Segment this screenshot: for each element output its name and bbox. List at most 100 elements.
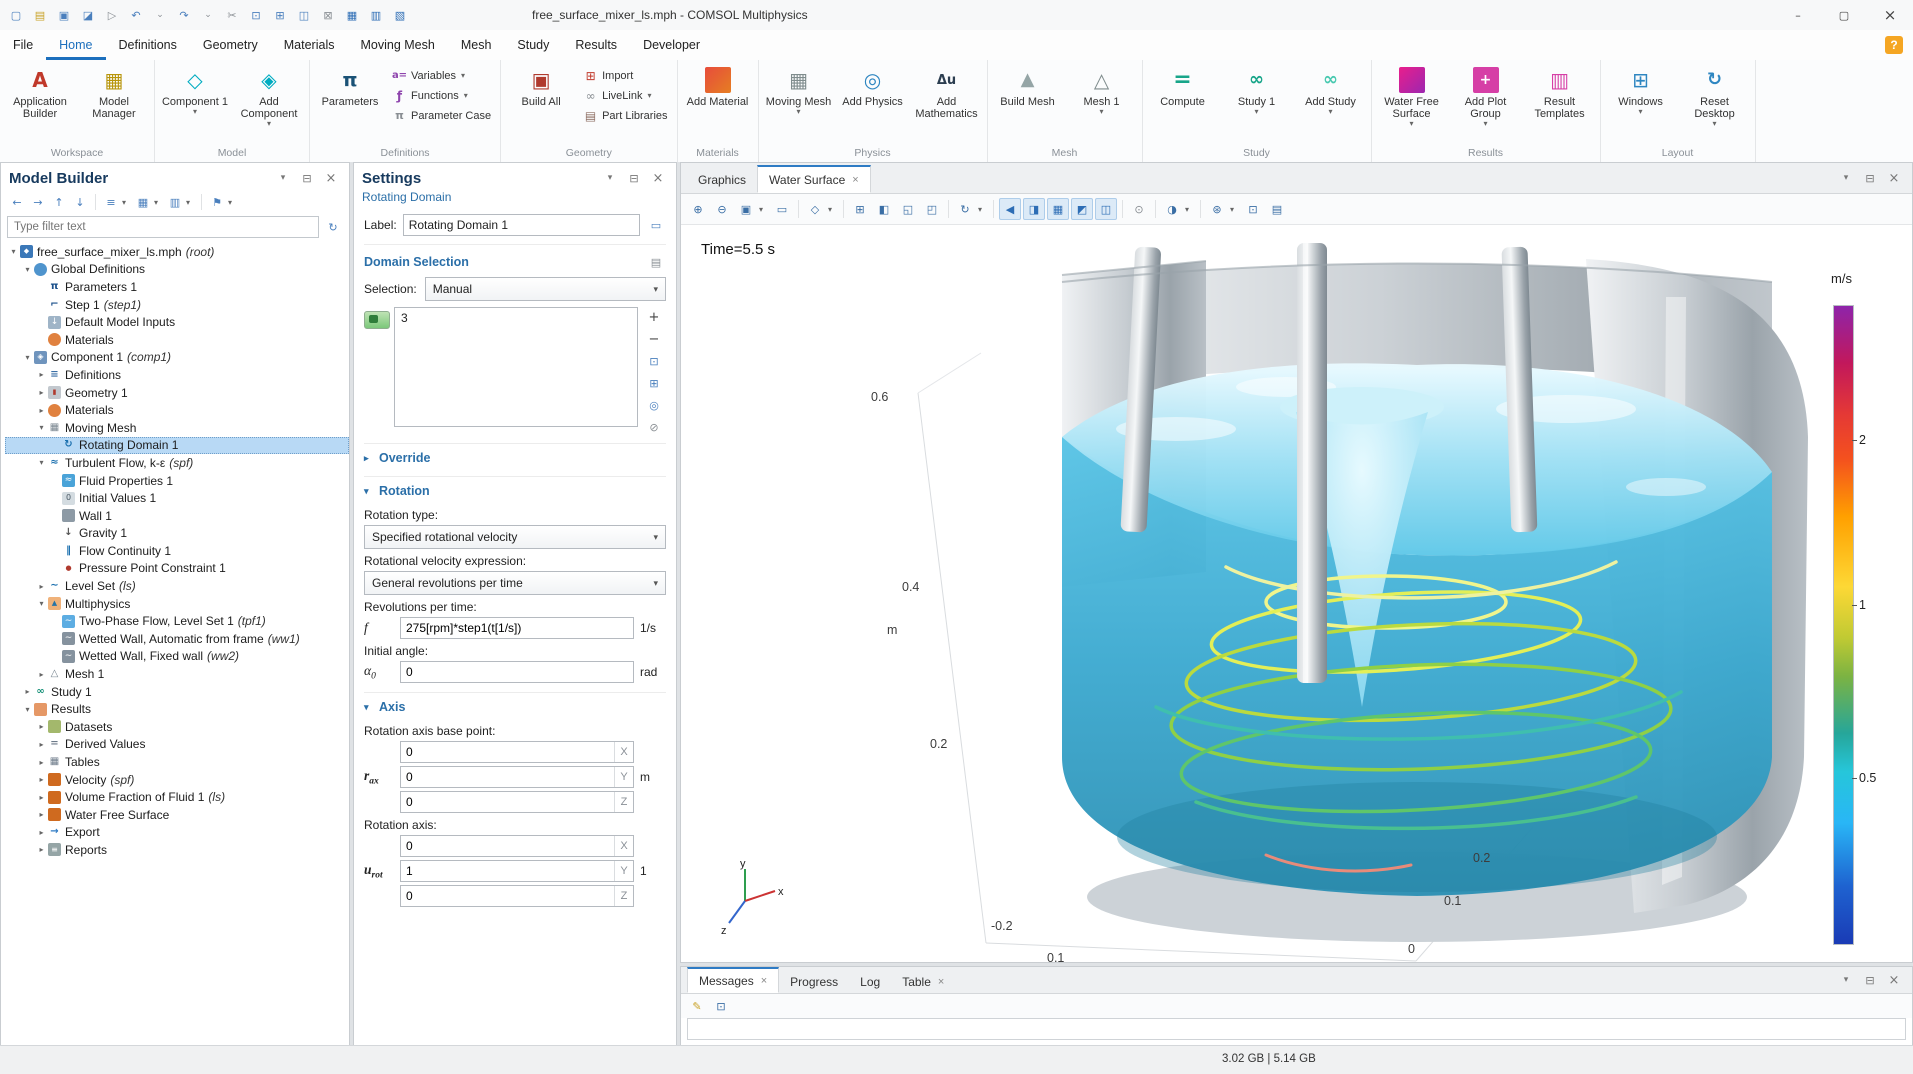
expanded-chevron-icon[interactable]: ▾ [364,486,374,497]
float-panel-icon[interactable]: ⊟ [1860,168,1880,188]
ribbon-add-component-button[interactable]: ◈Add Component▾ [232,62,306,130]
tree-node-wall-1[interactable]: Wall 1 [5,507,349,525]
run-icon[interactable]: ▷ [100,3,124,27]
messages-tab-table[interactable]: Table× [891,970,955,993]
help-icon[interactable]: ? [1885,36,1903,54]
close-icon[interactable]: × [1867,0,1913,30]
menu-study[interactable]: Study [504,30,562,60]
sound-icon[interactable]: ◀ [999,198,1021,220]
rotation-axis-z-input[interactable] [401,886,614,906]
tree-node-multiphysics[interactable]: ▾▲Multiphysics [5,595,349,613]
ribbon-windows-button[interactable]: ⊞Windows▾ [1604,62,1678,118]
menu-definitions[interactable]: Definitions [106,30,190,60]
revolutions-per-time-input[interactable] [401,618,633,638]
ribbon-parameter-case-button[interactable]: πParameter Case [387,106,497,125]
menu-results[interactable]: Results [562,30,630,60]
ribbon-add-study-button[interactable]: ∞Add Study▾ [1294,62,1368,118]
tree-node-gravity-1[interactable]: ↓Gravity 1 [5,525,349,543]
paste-icon[interactable]: ⊞ [268,3,292,27]
initial-angle-input[interactable] [401,662,633,682]
tree-expander-icon[interactable]: ▾ [21,353,34,362]
tree-node-definitions[interactable]: ▸≡Definitions [5,366,349,384]
tree-node-parameters-1[interactable]: πParameters 1 [5,278,349,296]
ribbon-compute-button[interactable]: =Compute [1146,62,1220,110]
ribbon-application-builder-button[interactable]: AApplication Builder [3,62,77,122]
tree-node-wetted-wall-fixed-wall[interactable]: ∼Wetted Wall, Fixed wall(ww2) [5,648,349,666]
float-panel-icon[interactable]: ⊟ [1860,970,1880,990]
label-input[interactable] [403,214,640,236]
menu-developer[interactable]: Developer [630,30,713,60]
tree-node-pressure-point-constraint-1[interactable]: ●Pressure Point Constraint 1 [5,560,349,578]
ribbon-add-plot-group-button[interactable]: +Add Plot Group▾ [1449,62,1523,130]
ribbon-add-material-button[interactable]: Add Material [681,62,755,110]
close-panel-icon[interactable]: × [1884,970,1904,990]
expanded-chevron-icon[interactable]: ▾ [364,702,374,713]
zoom-extents-icon[interactable]: ▣ [735,198,757,220]
transparency-icon[interactable]: ◨ [1023,198,1045,220]
tree-expander-icon[interactable]: ▾ [35,423,48,432]
duplicate-icon[interactable]: ◫ [292,3,316,27]
tree-expander-icon[interactable]: ▸ [35,810,48,819]
ribbon-import-button[interactable]: ⊞Import [578,66,673,85]
messages-tab-log[interactable]: Log [849,970,891,993]
selection-listbox[interactable]: 3 [394,307,638,427]
tree-node-two-phase-flow-level-set-1[interactable]: ∼Two-Phase Flow, Level Set 1(tpf1) [5,612,349,630]
rotation-type-select[interactable]: Specified rotational velocity ▾ [364,525,666,549]
print-icon[interactable]: ▤ [1266,198,1288,220]
ribbon-parameters-button[interactable]: πParameters [313,62,387,110]
lock-axis-icon[interactable]: ⊙ [1128,198,1150,220]
undo-icon[interactable]: ↶ [124,3,148,27]
reset-layout-icon[interactable]: ▧ [388,3,412,27]
columns-view-icon[interactable]: ▥ [165,192,185,212]
close-panel-icon[interactable]: × [321,168,341,188]
save-icon[interactable]: ▣ [52,3,76,27]
forward-icon[interactable]: → [28,192,48,212]
ribbon-variables-button[interactable]: a=Variables▾ [387,66,497,85]
cut-icon[interactable]: ✂ [220,3,244,27]
tree-node-volume-fraction-of-fluid-1[interactable]: ▸Volume Fraction of Fluid 1(ls) [5,788,349,806]
scene-conf-icon[interactable]: ◧ [873,198,895,220]
view-xy-icon[interactable]: ◱ [897,198,919,220]
insert-row-icon[interactable]: ▦ [340,3,364,27]
maximize-icon[interactable]: ▢ [1821,0,1867,30]
zoom-box-icon[interactable]: ▭ [771,198,793,220]
refresh-icon[interactable]: ↻ [323,217,343,237]
tree-node-mesh-1[interactable]: ▸△Mesh 1 [5,665,349,683]
tree-node-moving-mesh[interactable]: ▾▦Moving Mesh [5,419,349,437]
tree-node-initial-values-1[interactable]: 0Initial Values 1 [5,489,349,507]
tab-close-icon[interactable]: × [852,174,858,186]
tree-expander-icon[interactable]: ▸ [35,406,48,415]
ribbon-part-libraries-button[interactable]: ▤Part Libraries [578,106,673,125]
add-selection-icon[interactable]: + [644,307,664,327]
tree-node-component-1[interactable]: ▾◈Component 1(comp1) [5,349,349,367]
active-selection-toggle[interactable] [364,311,390,329]
tree-node-datasets[interactable]: ▸Datasets [5,718,349,736]
settings-icon[interactable]: ⊛ [1206,198,1228,220]
ribbon-model-manager-button[interactable]: ▦Model Manager [77,62,151,122]
rotational-velocity-expression-select[interactable]: General revolutions per time ▾ [364,571,666,595]
tag-icon[interactable]: ⚑ [207,192,227,212]
ribbon-mesh-1-button[interactable]: △Mesh 1▾ [1065,62,1139,118]
tree-node-reports[interactable]: ▸≡Reports [5,841,349,859]
view-yz-icon[interactable]: ◰ [921,198,943,220]
new-file-icon[interactable]: ▢ [4,3,28,27]
move-up-icon[interactable]: ↑ [49,192,69,212]
delete-icon[interactable]: ⊠ [316,3,340,27]
ribbon-add-mathematics-button[interactable]: ΔuAdd Mathematics [910,62,984,122]
open-file-icon[interactable]: ▤ [28,3,52,27]
tree-expander-icon[interactable]: ▸ [35,758,48,767]
tab-close-icon[interactable]: × [761,975,767,987]
snapshot-icon[interactable]: ⊡ [1242,198,1264,220]
tree-expander-icon[interactable]: ▸ [35,793,48,802]
tree-expander-icon[interactable]: ▸ [35,775,48,784]
tree-node-global-definitions[interactable]: ▾Global Definitions [5,261,349,279]
grid-view-icon[interactable]: ⊞ [849,198,871,220]
rotation-axis-x-input[interactable] [401,836,614,856]
menu-moving-mesh[interactable]: Moving Mesh [347,30,447,60]
menu-home[interactable]: Home [46,30,105,60]
tree-node-export[interactable]: ▸→Export [5,824,349,842]
ribbon-result-templates-button[interactable]: ▥Result Templates [1523,62,1597,122]
clear-selection-icon[interactable]: ⊘ [644,417,664,437]
tree-expander-icon[interactable]: ▾ [35,599,48,608]
tree-node-free-surface-mixer-ls-mph[interactable]: ▾◆free_surface_mixer_ls.mph(root) [5,243,349,261]
